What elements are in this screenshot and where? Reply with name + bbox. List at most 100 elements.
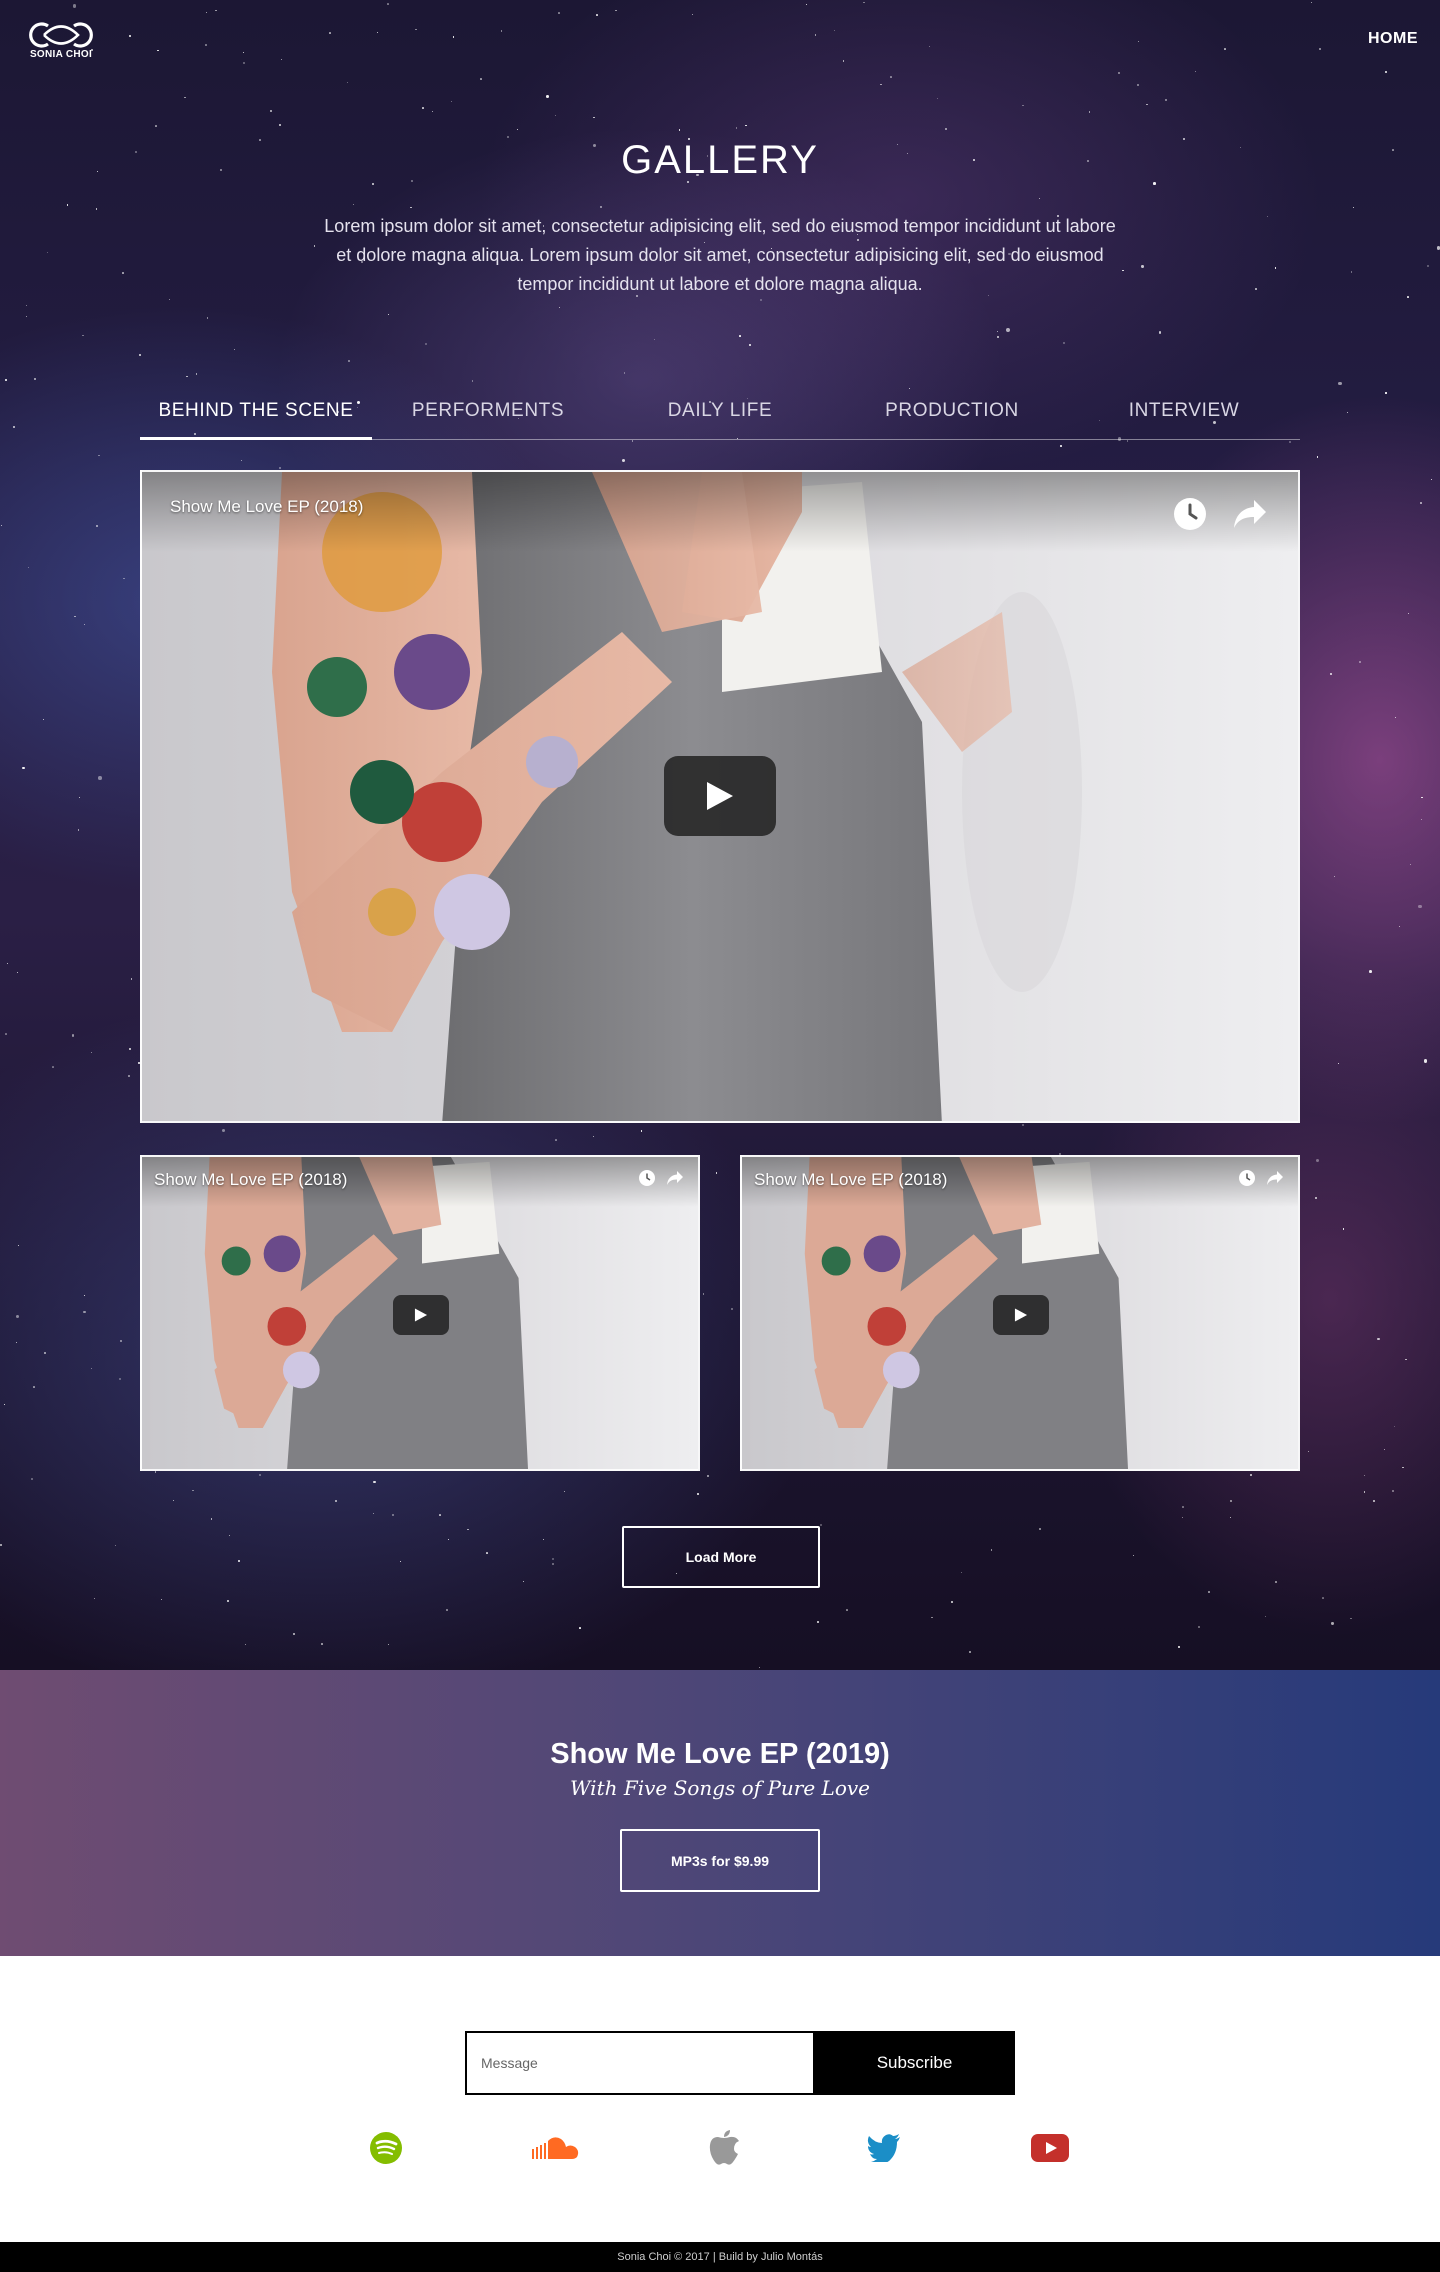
play-icon [414, 1308, 428, 1322]
star [1288, 441, 1291, 444]
album-title: Show Me Love EP (2019) [550, 1738, 890, 1770]
star [640, 1130, 642, 1132]
star [242, 51, 245, 54]
apple-icon[interactable] [704, 2128, 744, 2168]
star [1337, 1062, 1340, 1065]
star [82, 334, 84, 337]
star [758, 1666, 761, 1669]
star [30, 1478, 33, 1481]
star [543, 1538, 545, 1540]
watch-later-icon[interactable] [638, 1169, 656, 1192]
star [678, 129, 681, 132]
subscribe-button[interactable]: Subscribe [814, 2031, 1015, 2095]
star [446, 1609, 448, 1611]
play-button[interactable] [664, 756, 776, 836]
video-card-2[interactable]: Show Me Love EP (2018) [740, 1155, 1300, 1471]
star [18, 1245, 20, 1247]
watch-later-icon[interactable] [1172, 496, 1208, 537]
star [4, 1403, 6, 1405]
star [1274, 267, 1276, 269]
star [292, 1633, 295, 1636]
load-more-button[interactable]: Load More [622, 1526, 820, 1588]
star [600, 206, 602, 208]
play-icon [1014, 1308, 1028, 1322]
share-icon[interactable] [1232, 498, 1268, 535]
star [1197, 1625, 1200, 1628]
star [129, 34, 132, 37]
tab-production[interactable]: PRODUCTION [836, 392, 1068, 440]
star [1223, 48, 1226, 51]
message-input[interactable] [465, 2031, 815, 2095]
star [16, 1315, 20, 1319]
buy-mp3-button[interactable]: MP3s for $9.99 [620, 1829, 820, 1892]
star [1006, 328, 1011, 333]
star [936, 97, 939, 100]
tab-interview[interactable]: INTERVIEW [1068, 392, 1300, 440]
logo-mark-icon [29, 22, 93, 48]
star [615, 9, 617, 12]
star [552, 1563, 554, 1566]
featured-video[interactable]: Show Me Love EP (2018) [140, 470, 1300, 1123]
star [624, 372, 626, 374]
video-title[interactable]: Show Me Love EP (2018) [754, 1170, 947, 1190]
star [373, 1480, 376, 1483]
star [467, 1529, 469, 1531]
tab-daily-life[interactable]: DAILY LIFE [604, 392, 836, 440]
spotify-icon[interactable] [366, 2128, 406, 2168]
star [269, 109, 272, 112]
star [928, 45, 931, 48]
star [889, 76, 892, 78]
star [833, 29, 836, 32]
star [691, 13, 693, 16]
watch-later-icon[interactable] [1238, 1169, 1256, 1192]
star [1181, 1516, 1183, 1518]
star [1208, 1591, 1211, 1593]
video-title[interactable]: Show Me Love EP (2018) [154, 1170, 347, 1190]
video-title[interactable]: Show Me Love EP (2018) [170, 497, 363, 517]
star [1063, 342, 1066, 345]
star [184, 97, 186, 99]
youtube-icon[interactable] [1030, 2128, 1070, 2168]
star [1342, 1228, 1345, 1230]
soundcloud-icon[interactable] [528, 2128, 584, 2168]
tab-performents[interactable]: PERFORMENTS [372, 392, 604, 440]
star [1264, 1615, 1266, 1617]
star [1368, 969, 1372, 973]
star [95, 208, 98, 211]
gallery-section: SONIA CHOI HOME GALLERY Lorem ipsum dolo… [0, 0, 1440, 1670]
star [546, 95, 550, 98]
star [352, 203, 354, 205]
nav-home-link[interactable]: HOME [1368, 30, 1418, 48]
brand-logo[interactable]: SONIA CHOI [26, 20, 96, 62]
star [863, 1, 865, 3]
star [1430, 478, 1433, 481]
tab-behind-the-scene[interactable]: BEHIND THE SCENE [140, 392, 372, 440]
star [237, 1559, 240, 1562]
star [735, 127, 738, 129]
star [205, 11, 208, 14]
star [1158, 331, 1162, 335]
twitter-icon[interactable] [864, 2128, 904, 2168]
star [817, 1621, 819, 1624]
video-card-1[interactable]: Show Me Love EP (2018) [140, 1155, 700, 1471]
star [745, 124, 747, 127]
play-button[interactable] [993, 1295, 1049, 1335]
share-icon[interactable] [666, 1170, 684, 1191]
star [28, 567, 30, 569]
star [1364, 1475, 1366, 1477]
star [806, 3, 808, 6]
star [4, 379, 7, 381]
star [387, 2, 389, 5]
star [500, 30, 503, 33]
star [1230, 1500, 1233, 1503]
star [1060, 444, 1062, 447]
star [425, 342, 428, 345]
share-icon[interactable] [1266, 1170, 1284, 1191]
star [1338, 381, 1342, 386]
brand-name: SONIA CHOI [29, 49, 93, 60]
star [931, 1616, 933, 1619]
star [480, 78, 483, 80]
star [814, 34, 817, 36]
play-button[interactable] [393, 1295, 449, 1335]
star [46, 251, 49, 254]
